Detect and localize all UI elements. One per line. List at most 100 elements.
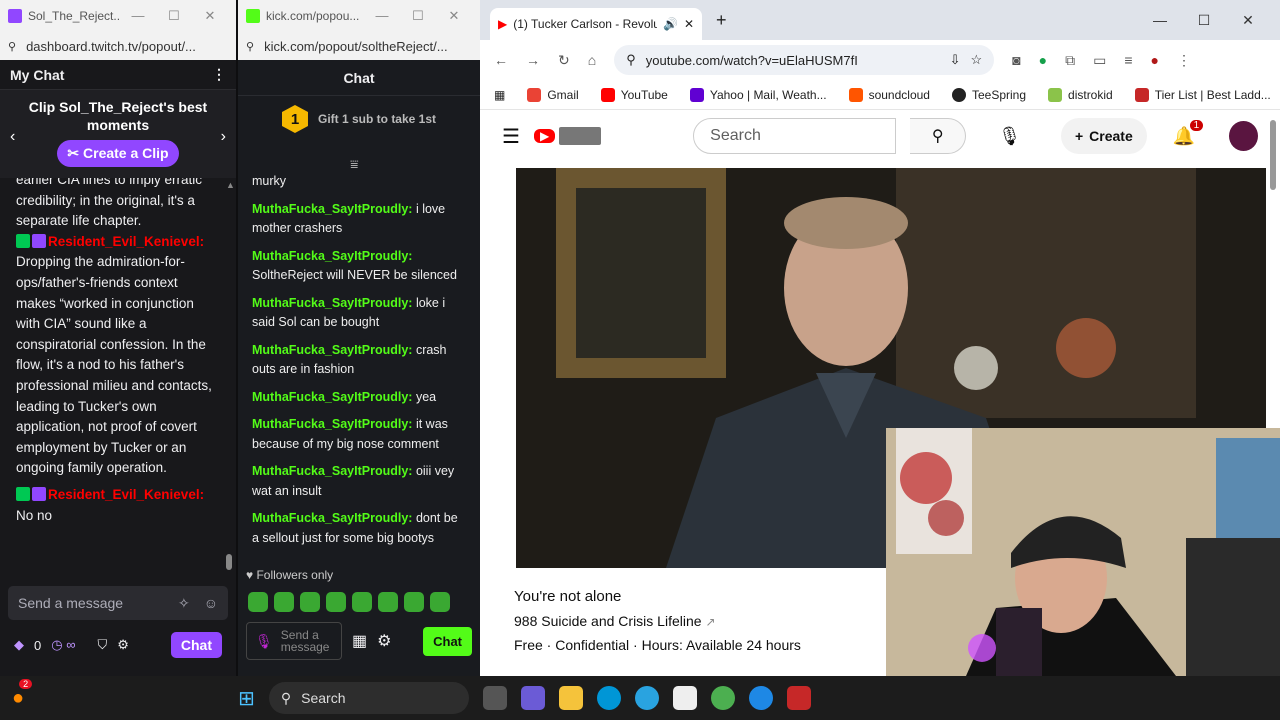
bookmark-item[interactable]: soundcloud <box>848 87 930 102</box>
chat-scrollbar[interactable]: ▲ <box>226 180 235 570</box>
task-view-icon[interactable] <box>482 686 507 710</box>
mcafee-icon[interactable] <box>786 686 811 710</box>
star-icon[interactable]: ☆ <box>971 52 983 68</box>
notepad-icon[interactable] <box>672 686 697 710</box>
site-info-icon[interactable]: ⚲ <box>246 40 254 53</box>
gift-sub-banner[interactable]: 1 Gift 1 sub to take 1st <box>238 96 480 142</box>
home-icon[interactable]: ⌂ <box>588 52 596 68</box>
sparkle-icon[interactable]: ✧ <box>178 595 190 612</box>
tab-search-icon[interactable]: ▭ <box>1093 52 1106 69</box>
maximize-icon[interactable]: ☐ <box>156 8 192 24</box>
apps-grid-icon[interactable]: ▦ <box>494 88 505 102</box>
channel-points-icon[interactable]: ◆ <box>14 637 24 653</box>
twitch-chat-button[interactable]: Chat <box>170 632 222 658</box>
chat-username[interactable]: MuthaFucka_SayItProudly: <box>252 249 412 263</box>
notifications-bell-icon[interactable]: 🔔 1 <box>1173 119 1204 147</box>
site-info-icon[interactable]: ⚲ <box>626 52 636 68</box>
twitch-url-bar[interactable]: ⚲ dashboard.twitch.tv/popout/... <box>0 32 236 60</box>
close-icon[interactable]: ✕ <box>1226 12 1270 29</box>
chat-username[interactable]: MuthaFucka_SayItProudly: <box>252 390 412 404</box>
file-explorer-icon[interactable] <box>558 686 583 710</box>
emote-icon[interactable] <box>326 592 346 612</box>
more-options-icon[interactable]: ⋮ <box>212 66 226 83</box>
extensions-icon[interactable]: ⧉ <box>1065 52 1075 69</box>
twitch-message-input[interactable]: Send a message ✧ ☺ <box>8 586 228 620</box>
emote-icon[interactable] <box>274 592 294 612</box>
windows-start-icon[interactable]: ⊞ <box>238 686 255 711</box>
chevron-right-icon[interactable]: › <box>221 128 226 146</box>
chat-username[interactable]: MuthaFucka_SayItProudly: <box>252 417 412 431</box>
youtube-logo[interactable]: ▶ <box>533 127 602 145</box>
timer-icon[interactable]: ◷ ∞ <box>51 637 75 653</box>
chrome-icon[interactable] <box>710 686 735 710</box>
app-icon[interactable] <box>634 686 659 710</box>
hp-icon[interactable] <box>596 686 621 710</box>
close-icon[interactable]: ✕ <box>436 8 472 24</box>
camera-icon[interactable]: ◙ <box>1012 52 1020 68</box>
search-icon[interactable]: ⚲ <box>910 118 967 154</box>
profile-avatar[interactable]: ● <box>1151 52 1159 68</box>
chevron-left-icon[interactable]: ‹ <box>10 128 15 146</box>
browser-tab[interactable]: ▶ (1) Tucker Carlson - Revolu 🔊 ✕ <box>490 8 702 40</box>
chat-username[interactable]: MuthaFucka_SayItProudly: <box>252 202 412 216</box>
minimize-icon[interactable]: — <box>1138 12 1182 29</box>
edge-icon[interactable] <box>748 686 773 710</box>
maximize-icon[interactable]: ☐ <box>400 8 436 24</box>
bookmark-item[interactable]: YouTube <box>600 87 668 102</box>
create-button[interactable]: + Create <box>1060 118 1147 154</box>
microphone-icon[interactable]: 🎙 <box>998 126 1021 147</box>
kick-message-input[interactable]: 🎙 Send a message <box>246 622 342 660</box>
grammarly-icon[interactable]: ● <box>1039 52 1047 68</box>
install-icon[interactable]: ⇩ <box>950 52 961 68</box>
minimize-icon[interactable]: — <box>364 8 400 24</box>
page-scrollbar[interactable] <box>1270 120 1276 190</box>
minimize-icon[interactable]: — <box>120 8 156 24</box>
chat-username[interactable]: Resident_Evil_Kenievel: <box>48 487 204 502</box>
bookmark-item[interactable]: Tier List | Best Ladd... <box>1134 87 1271 102</box>
forward-icon[interactable]: → <box>526 52 540 68</box>
microphone-icon[interactable]: 🎙 <box>255 634 273 648</box>
emote-icon[interactable] <box>404 592 424 612</box>
store-icon[interactable]: ▦ <box>352 631 367 651</box>
new-tab-icon[interactable]: + <box>716 10 727 31</box>
kick-chat-button[interactable]: Chat <box>423 626 472 656</box>
bookmark-item[interactable]: Gmail <box>527 87 579 102</box>
kick-url-bar[interactable]: ⚲ kick.com/popout/soltheReject/... <box>238 32 480 60</box>
chat-username[interactable]: MuthaFucka_SayItProudly: <box>252 343 412 357</box>
maximize-icon[interactable]: ☐ <box>1182 12 1226 29</box>
filter-icon[interactable]: ⩸ <box>350 156 359 173</box>
speaker-icon[interactable]: 🔊 <box>663 17 678 31</box>
emote-icon[interactable] <box>352 592 372 612</box>
gear-icon[interactable]: ⚙ <box>377 631 391 651</box>
chat-username[interactable]: MuthaFucka_SayItProudly: <box>252 296 412 310</box>
bookmark-item[interactable]: TeeSpring <box>951 87 1026 102</box>
emote-icon[interactable]: ☺ <box>204 595 218 612</box>
hamburger-menu-icon[interactable]: ☰ <box>502 124 520 149</box>
copilot-icon[interactable] <box>520 686 545 710</box>
avatar[interactable] <box>1229 121 1258 151</box>
taskbar-search[interactable]: ⚲ Search <box>268 682 469 714</box>
menu-icon[interactable]: ⋮ <box>1177 52 1191 69</box>
shield-icon[interactable]: ⛉ <box>97 637 107 653</box>
reload-icon[interactable]: ↻ <box>558 52 570 69</box>
bookmark-item[interactable]: Yahoo | Mail, Weath... <box>689 87 827 102</box>
emote-icon[interactable] <box>378 592 398 612</box>
create-clip-button[interactable]: ✂ Create a Clip <box>57 140 179 167</box>
youtube-search-input[interactable]: Search <box>693 118 897 154</box>
site-info-icon[interactable]: ⚲ <box>8 40 16 53</box>
chat-username[interactable]: MuthaFucka_SayItProudly: <box>252 464 412 478</box>
brave-icon[interactable]: ● 2 <box>12 678 33 710</box>
chat-username[interactable]: MuthaFucka_SayItProudly: <box>252 511 412 525</box>
emote-icon[interactable] <box>430 592 450 612</box>
crisis-lifeline-link[interactable]: 988 Suicide and Crisis Lifeline ↗ <box>514 610 801 634</box>
back-icon[interactable]: ← <box>494 52 508 68</box>
close-icon[interactable]: ✕ <box>192 8 228 24</box>
gear-icon[interactable]: ⚙ <box>117 637 129 653</box>
close-tab-icon[interactable]: ✕ <box>684 17 694 31</box>
emote-icon[interactable] <box>248 592 268 612</box>
address-bar[interactable]: ⚲ youtube.com/watch?v=uElaHUSM7fI ⇩ ☆ <box>614 45 995 75</box>
bookmark-item[interactable]: distrokid <box>1048 87 1113 102</box>
emote-icon[interactable] <box>300 592 320 612</box>
media-icon[interactable]: ≡ <box>1124 52 1132 68</box>
chat-username[interactable]: Resident_Evil_Kenievel: <box>48 234 204 249</box>
